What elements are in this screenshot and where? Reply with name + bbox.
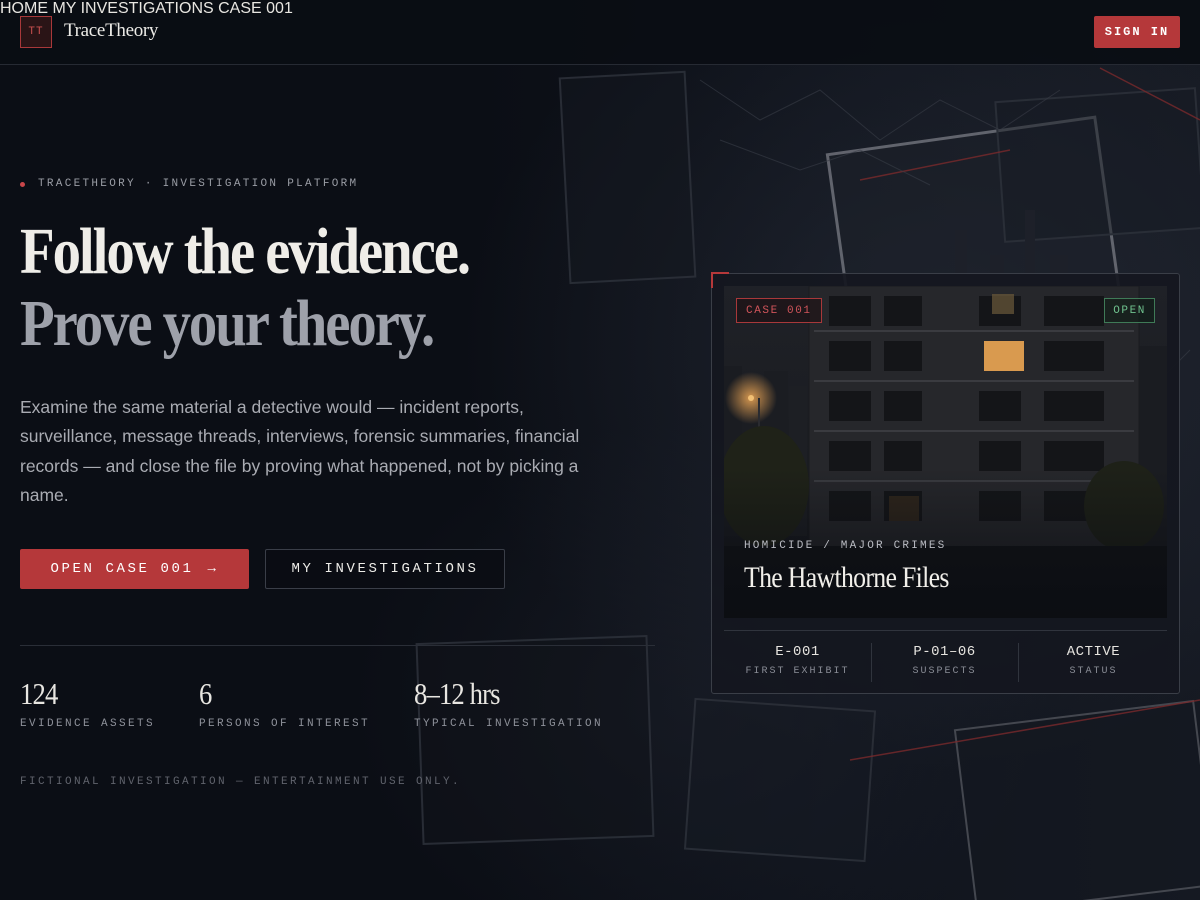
top-navigation-bar: TT TraceTheory HOME MY INVESTIGATIONS CA… (0, 0, 1200, 65)
case-number-badge: CASE 001 (736, 298, 822, 323)
meta-value: P-01–06 (913, 644, 976, 660)
sign-in-button[interactable]: SIGN IN (1094, 16, 1180, 48)
hero-eyebrow: TRACETHEORY · INVESTIGATION PLATFORM (20, 178, 358, 190)
stat-typical-investigation: 8–12 hrs TYPICAL INVESTIGATION (414, 676, 603, 730)
case-meta-suspects: P-01–06 SUSPECTS (871, 644, 1018, 677)
fictional-disclaimer: FICTIONAL INVESTIGATION — ENTERTAINMENT … (20, 776, 462, 788)
case-status-badge: OPEN (1104, 298, 1155, 323)
meta-value: ACTIVE (1066, 644, 1121, 660)
arrow-right-icon: → (207, 561, 219, 577)
meta-label: SUSPECTS (912, 666, 977, 677)
stat-value: 8–12 hrs (414, 676, 501, 711)
stat-label: PERSONS OF INTEREST (199, 718, 371, 730)
card-corner-accent-vertical (711, 272, 713, 288)
nav-case-001[interactable]: CASE 001 (218, 0, 293, 17)
headline-line-2: Prove your theory. (20, 287, 435, 360)
eyebrow-text: TRACETHEORY · INVESTIGATION PLATFORM (38, 178, 359, 190)
my-investigations-button[interactable]: MY INVESTIGATIONS (265, 549, 505, 589)
hero-description: Examine the same material a detective wo… (20, 397, 580, 505)
case-meta-first-exhibit: E-001 FIRST EXHIBIT (724, 644, 871, 677)
stat-value: 124 (20, 676, 58, 711)
stat-label: EVIDENCE ASSETS (20, 718, 156, 730)
stat-label: TYPICAL INVESTIGATION (414, 718, 604, 730)
nav-home[interactable]: HOME (0, 0, 48, 17)
case-cover-image: CASE 001 OPEN HOMICIDE / MAJOR CRIMES Th… (724, 286, 1167, 618)
stat-persons-of-interest: 6 PERSONS OF INTEREST (199, 676, 370, 730)
stat-evidence-assets: 124 EVIDENCE ASSETS (20, 676, 155, 730)
headline-line-1: Follow the evidence. (20, 215, 471, 288)
meta-value: E-001 (775, 644, 820, 660)
case-category: HOMICIDE / MAJOR CRIMES (744, 540, 947, 552)
open-case-label: OPEN CASE 001 (50, 561, 194, 577)
stat-value: 6 (199, 676, 212, 711)
nav-my-investigations[interactable]: MY INVESTIGATIONS (52, 0, 213, 17)
card-divider (724, 630, 1167, 631)
stats-divider (20, 645, 655, 646)
meta-label: STATUS (1069, 666, 1118, 677)
case-card[interactable]: CASE 001 OPEN HOMICIDE / MAJOR CRIMES Th… (711, 273, 1180, 694)
case-meta-status: ACTIVE STATUS (1020, 644, 1167, 677)
meta-label: FIRST EXHIBIT (745, 666, 850, 677)
case-title: The Hawthorne Files (744, 561, 949, 594)
card-corner-accent (711, 272, 729, 274)
meta-separator (1018, 643, 1019, 682)
brand-logo-mark[interactable]: TT (20, 16, 52, 48)
open-case-button[interactable]: OPEN CASE 001 → (20, 549, 249, 589)
brand-name[interactable]: TraceTheory (64, 20, 158, 42)
status-dot-icon (20, 181, 25, 187)
